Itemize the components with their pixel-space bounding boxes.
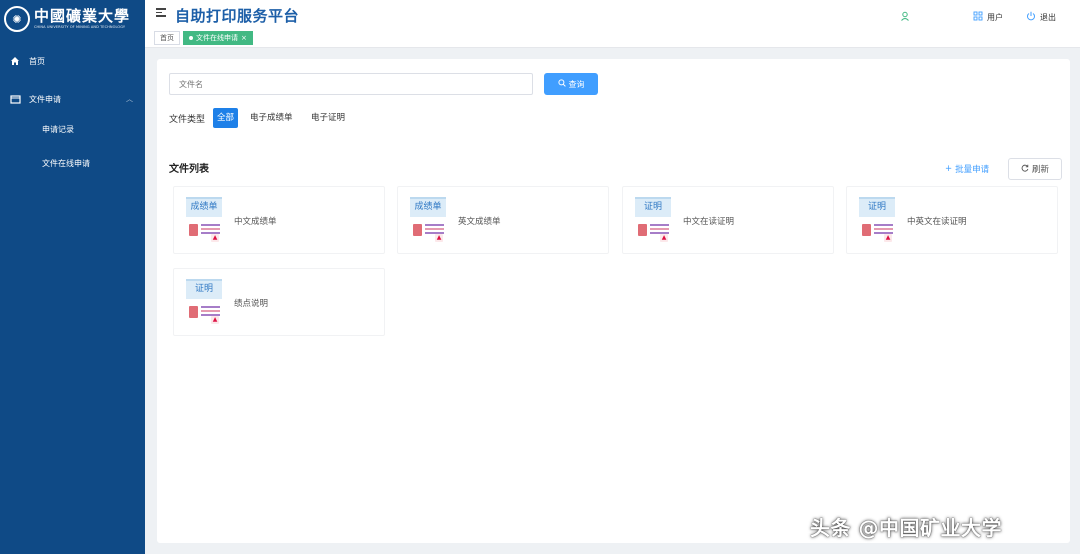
file-name: 绩点说明 — [234, 299, 269, 309]
batch-apply-button[interactable]: + 批量申请 — [945, 163, 989, 175]
main-card: 查询 文件类型 全部 电子成绩单 电子证明 文件列表 + 批量申请 刷新 成绩单… — [157, 59, 1070, 543]
search-button[interactable]: 查询 — [544, 73, 598, 95]
filter-option-certificate[interactable]: 电子证明 — [307, 108, 349, 128]
plus-icon: + — [945, 164, 953, 174]
watermark-text: 头条 @中国矿业大学 — [810, 516, 1002, 540]
transcript-doc-icon: 成绩单 ▲ — [186, 197, 224, 245]
file-name: 中文成绩单 — [234, 217, 277, 227]
top-header: 自助打印服务平台 用户 退出 首页 文件在线申请 × — [145, 0, 1080, 48]
tab-online-apply[interactable]: 文件在线申请 × — [183, 31, 253, 45]
sidebar-item-file-apply[interactable]: 文件申请 ︿ — [0, 88, 145, 110]
university-logo: ✺ 中國礦業大學 CHINA UNIVERSITY OF MINING AND … — [0, 0, 145, 38]
logo-english-name: CHINA UNIVERSITY OF MINING AND TECHNOLOG… — [34, 25, 126, 29]
sidebar-item-home[interactable]: 首页 — [0, 50, 145, 72]
user-menu-label: 用户 — [987, 12, 1003, 22]
file-name: 中英文在读证明 — [907, 217, 967, 227]
logout-button[interactable]: 退出 — [1026, 11, 1056, 23]
tag-bar: 首页 文件在线申请 × — [154, 31, 253, 45]
tab-label: 文件在线申请 — [196, 33, 238, 42]
filter-option-transcript[interactable]: 电子成绩单 — [246, 108, 297, 128]
logo-chinese-name: 中國礦業大學 — [34, 7, 131, 25]
file-name: 中文在读证明 — [683, 217, 735, 227]
refresh-label: 刷新 — [1031, 165, 1049, 175]
file-card[interactable]: 成绩单 ▲ 英文成绩单 — [397, 186, 609, 254]
file-type-label: 文件类型 — [169, 115, 206, 125]
batch-apply-label: 批量申请 — [955, 165, 990, 175]
search-button-label: 查询 — [568, 79, 585, 89]
certificate-doc-icon: 证明 ▲ — [186, 279, 224, 327]
user-menu-button[interactable]: 用户 — [973, 11, 1003, 23]
chevron-up-icon: ︿ — [126, 95, 133, 103]
sidebar-item-label: 首页 — [29, 56, 45, 66]
power-icon — [1026, 11, 1036, 23]
transcript-doc-icon: 成绩单 ▲ — [410, 197, 448, 245]
menu-toggle-icon[interactable] — [156, 8, 166, 18]
filter-option-all[interactable]: 全部 — [213, 108, 239, 128]
refresh-icon — [1021, 164, 1029, 175]
file-card[interactable]: 成绩单 ▲ 中文成绩单 — [173, 186, 385, 254]
doc-badge: 成绩单 — [410, 197, 446, 217]
folder-icon — [9, 94, 21, 104]
grid-icon — [973, 11, 983, 23]
refresh-button[interactable]: 刷新 — [1008, 158, 1062, 180]
page-title: 自助打印服务平台 — [175, 7, 300, 25]
active-dot-icon — [189, 36, 193, 40]
university-emblem-icon: ✺ — [4, 6, 30, 32]
search-icon — [557, 79, 566, 89]
certificate-doc-icon: 证明 ▲ — [859, 197, 897, 245]
close-icon[interactable]: × — [241, 32, 247, 45]
file-card[interactable]: 证明 ▲ 绩点说明 — [173, 268, 385, 336]
current-user[interactable] — [900, 11, 910, 23]
sidebar-subitem-records[interactable]: 申请记录 — [42, 124, 74, 135]
file-name: 英文成绩单 — [458, 217, 501, 227]
sidebar: ✺ 中國礦業大學 CHINA UNIVERSITY OF MINING AND … — [0, 0, 145, 554]
sidebar-subitem-online-apply[interactable]: 文件在线申请 — [42, 158, 90, 169]
logout-label: 退出 — [1040, 12, 1056, 22]
sidebar-item-label: 文件申请 — [29, 94, 61, 104]
tab-home[interactable]: 首页 — [154, 31, 180, 45]
user-avatar-icon — [900, 11, 910, 23]
doc-badge: 证明 — [859, 197, 895, 217]
doc-badge: 成绩单 — [186, 197, 222, 217]
file-card[interactable]: 证明 ▲ 中英文在读证明 — [846, 186, 1058, 254]
home-icon — [9, 56, 21, 66]
doc-badge: 证明 — [186, 279, 222, 299]
search-input[interactable] — [169, 73, 533, 95]
doc-badge: 证明 — [635, 197, 671, 217]
file-list-title: 文件列表 — [169, 164, 209, 175]
file-card[interactable]: 证明 ▲ 中文在读证明 — [622, 186, 834, 254]
certificate-doc-icon: 证明 ▲ — [635, 197, 673, 245]
